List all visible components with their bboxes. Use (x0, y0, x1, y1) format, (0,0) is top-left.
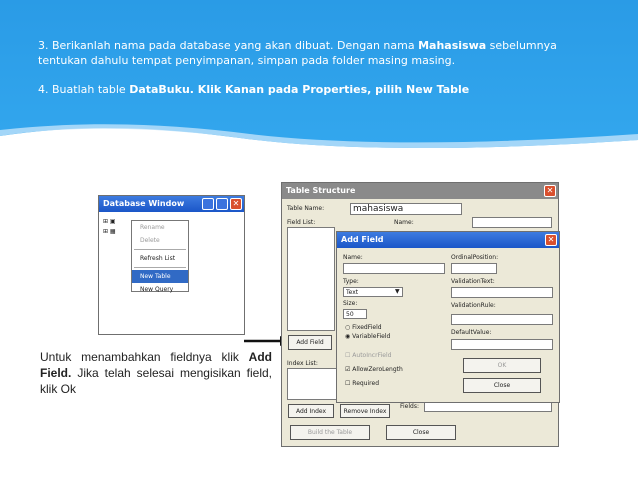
table-structure-title: Table Structure (286, 186, 356, 195)
chevron-down-icon[interactable]: ▼ (395, 288, 400, 295)
allow-zero-length-checkbox[interactable]: ☑ AllowZeroLength (345, 366, 403, 373)
add-index-button[interactable]: Add Index (288, 404, 334, 418)
fixed-field-radio[interactable]: ○ FixedField (345, 324, 382, 331)
size-label: Size: (343, 300, 358, 307)
menu-item-new-table[interactable]: New Table (132, 270, 188, 283)
instruction-caption: Untuk menambahkan fieldnya klik Add Fiel… (40, 350, 272, 396)
banner-wave (0, 124, 638, 156)
name-label: Name: (343, 254, 363, 261)
index-list-label: Index List: (287, 360, 318, 367)
close-button[interactable]: ✕ (230, 198, 242, 210)
table-name-label: Table Name: (287, 205, 325, 212)
menu-item-rename[interactable]: Rename (132, 221, 188, 234)
add-field-title: Add Field (341, 235, 384, 244)
menu-divider (134, 249, 186, 250)
tree-expand-icon[interactable]: ⊞ ▦ (103, 228, 116, 235)
field-list-label: Field List: (287, 219, 316, 226)
ordinal-position-input[interactable] (451, 263, 497, 274)
name-input[interactable] (343, 263, 445, 274)
build-table-button[interactable]: Build the Table (290, 425, 370, 440)
validation-text-input[interactable] (451, 287, 553, 298)
database-window-title: Database Window (103, 199, 185, 208)
ordinal-position-label: OrdinalPosition: (451, 254, 499, 261)
close-button[interactable]: ✕ (545, 234, 557, 246)
required-checkbox[interactable]: ☐ Required (345, 380, 379, 387)
size-input[interactable]: 50 (343, 309, 367, 319)
default-value-label: DefaultValue: (451, 329, 492, 336)
fields-label: Fields: (400, 403, 419, 410)
context-menu: Rename Delete Refresh List New Table New… (131, 220, 189, 293)
menu-item-new-query[interactable]: New Query (132, 283, 188, 296)
add-field-button[interactable]: Add Field (288, 335, 332, 350)
close-button[interactable]: Close (463, 378, 541, 393)
type-select[interactable]: Text (343, 287, 403, 297)
autoincr-checkbox[interactable]: ☐ AutoIncrField (345, 352, 391, 359)
remove-index-button[interactable]: Remove Index (340, 404, 390, 418)
validation-rule-label: ValidationRule: (451, 302, 496, 309)
menu-divider (134, 267, 186, 268)
ok-button[interactable]: OK (463, 358, 541, 373)
add-field-window: Add Field ✕ Name: OrdinalPosition: Type:… (336, 231, 560, 403)
close-button[interactable]: Close (386, 425, 456, 440)
step-4-text: 4. Buatlah table DataBuku. Klik Kanan pa… (38, 83, 470, 96)
add-field-titlebar: Add Field (337, 232, 559, 248)
type-label: Type: (343, 278, 359, 285)
validation-rule-input[interactable] (451, 314, 553, 325)
index-list[interactable] (287, 368, 343, 400)
database-window: Database Window ✕ ⊞ ▣ ⊞ ▦ Rename Delete … (98, 195, 245, 335)
field-name-label: Name: (394, 219, 414, 226)
default-value-input[interactable] (451, 339, 553, 350)
field-list[interactable] (287, 227, 335, 331)
variable-field-radio[interactable]: ◉ VariableField (345, 333, 390, 340)
table-structure-titlebar: Table Structure (282, 183, 558, 199)
header-banner (0, 0, 638, 156)
tree-expand-icon[interactable]: ⊞ ▣ (103, 218, 116, 225)
field-name-input[interactable] (472, 217, 552, 228)
table-name-input[interactable]: mahasiswa (350, 203, 462, 215)
minimize-button[interactable] (202, 198, 214, 210)
close-button[interactable]: ✕ (544, 185, 556, 197)
menu-item-delete[interactable]: Delete (132, 234, 188, 247)
maximize-button[interactable] (216, 198, 228, 210)
validation-text-label: ValidationText: (451, 278, 495, 285)
step-3-text: 3. Berikanlah nama pada database yang ak… (38, 39, 557, 67)
menu-item-refresh-list[interactable]: Refresh List (132, 252, 188, 265)
